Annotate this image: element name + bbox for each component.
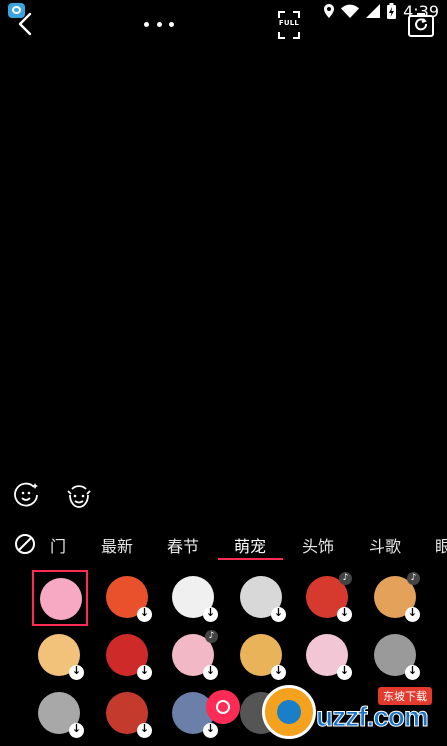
download-icon [137,722,152,738]
active-tab-indicator [218,558,283,560]
fullscreen-button[interactable]: FULL [277,10,301,40]
sticker-item[interactable] [300,628,354,682]
sticker-item[interactable]: ♪ [368,570,422,624]
fullscreen-label: FULL [278,19,300,27]
dot [169,21,174,27]
watermark-text: uzzf.com [316,701,430,733]
dot [144,21,149,27]
back-button[interactable] [14,10,38,38]
download-icon [203,722,218,738]
flip-camera-button[interactable] [407,12,435,38]
watermark-logo-icon [262,685,316,739]
download-icon [271,606,286,622]
download-icon [203,606,218,622]
music-note-icon: ♪ [407,572,420,585]
sticker-item[interactable] [234,628,288,682]
status-bar: 4:39 [0,0,447,22]
sticker-item[interactable] [100,686,154,740]
music-note-icon: ♪ [339,572,352,585]
download-icon [405,664,420,680]
face-sparkle-icon[interactable] [14,482,40,508]
sticker-item[interactable] [368,628,422,682]
tab-cute-pets[interactable]: 萌宠 [234,533,266,557]
sticker-item[interactable] [234,570,288,624]
battery-icon [387,3,397,19]
download-icon [271,664,286,680]
sticker-pink-cat-icon [40,578,82,620]
sticker-item[interactable] [32,628,86,682]
flip-camera-icon [408,13,434,37]
chevron-left-icon [18,12,32,36]
sticker-item[interactable]: ♪ [166,628,220,682]
download-icon [405,606,420,622]
watermark: 东坡下载 uzzf.com [262,683,444,741]
wifi-icon [341,4,360,18]
smiley-sparkle-icon [14,482,38,507]
prohibited-icon [15,534,35,554]
tab-men[interactable]: 门 [50,533,66,557]
more-options-button[interactable] [144,16,174,32]
face-outline-icon [67,485,91,508]
dot [156,21,162,27]
music-note-icon: ♪ [205,630,218,643]
sticker-item[interactable] [32,686,86,740]
signal-icon [366,4,381,18]
tab-song-battle[interactable]: 斗歌 [369,533,401,557]
download-icon [337,606,352,622]
tab-eye[interactable]: 眼 [435,533,447,557]
no-sticker-button[interactable] [14,533,36,555]
download-icon [137,606,152,622]
download-icon [337,664,352,680]
download-icon [137,664,152,680]
sticker-category-tabs: 门 最新 春节 萌宠 头饰 斗歌 眼 [0,527,447,561]
tab-latest[interactable]: 最新 [101,533,133,557]
tab-headwear[interactable]: 头饰 [302,533,334,557]
tab-spring-festival[interactable]: 春节 [167,533,199,557]
record-button[interactable] [206,690,240,724]
sticker-item[interactable] [166,570,220,624]
sticker-item[interactable] [100,570,154,624]
location-icon [324,4,335,18]
download-icon [203,664,218,680]
download-icon [69,722,84,738]
sticker-item[interactable] [100,628,154,682]
face-mask-icon[interactable] [64,481,94,509]
download-icon [69,664,84,680]
sticker-item[interactable]: ♪ [300,570,354,624]
sticker-item[interactable] [32,570,88,626]
